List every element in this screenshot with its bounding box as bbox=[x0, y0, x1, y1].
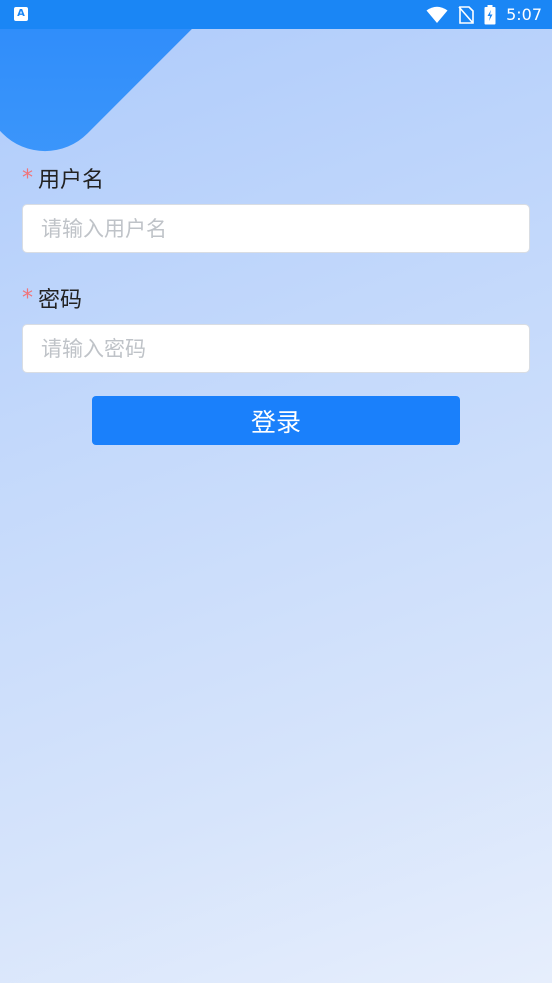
username-input-box[interactable] bbox=[22, 204, 530, 253]
username-label-text: 用户名 bbox=[38, 168, 105, 193]
battery-charging-icon bbox=[484, 4, 496, 24]
username-label: * 用户名 bbox=[22, 160, 530, 196]
no-sim-icon bbox=[458, 5, 474, 24]
password-label: * 密码 bbox=[22, 280, 530, 316]
username-field-group: * 用户名 bbox=[22, 160, 530, 253]
login-button[interactable]: 登录 bbox=[92, 396, 460, 445]
password-label-text: 密码 bbox=[38, 288, 83, 313]
password-field-group: * 密码 bbox=[22, 280, 530, 373]
username-input[interactable] bbox=[41, 216, 511, 241]
status-icons: 5:07 bbox=[426, 0, 542, 29]
status-bar: A 5:07 bbox=[0, 0, 552, 29]
status-time: 5:07 bbox=[506, 5, 542, 24]
required-star: * bbox=[22, 285, 33, 311]
app-notification-icon: A bbox=[14, 7, 28, 21]
login-form: * 用户名 * 密码 bbox=[22, 160, 530, 373]
required-star: * bbox=[22, 165, 33, 191]
password-input-box[interactable] bbox=[22, 324, 530, 373]
wifi-icon bbox=[426, 6, 448, 23]
password-input[interactable] bbox=[41, 336, 511, 361]
